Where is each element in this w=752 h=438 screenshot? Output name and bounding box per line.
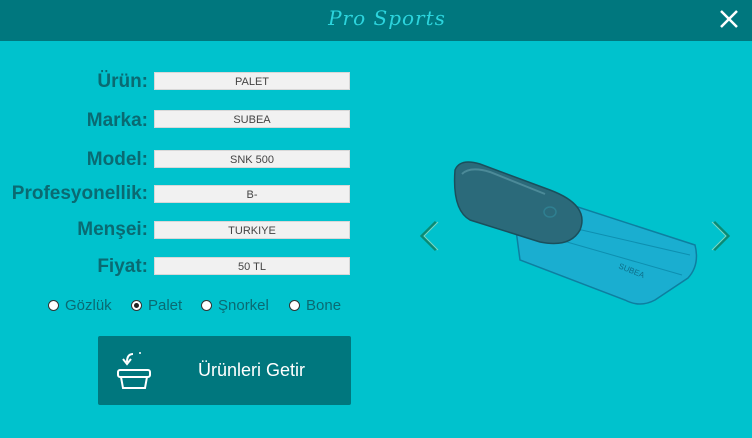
window-title: Pro Sports [328, 6, 446, 30]
basket-icon [117, 352, 151, 389]
urun-field[interactable]: PALET [154, 72, 350, 90]
chevron-right-icon [711, 220, 731, 252]
title-bar: Pro Sports [0, 0, 752, 41]
radio-circle [131, 300, 142, 311]
swim-fin-icon: SUBEA [453, 161, 698, 305]
radio-bone[interactable]: Bone [289, 297, 341, 314]
fetch-products-button[interactable]: Ürünleri Getir [98, 336, 351, 405]
radio-snorkel[interactable]: Şnorkel [201, 297, 269, 314]
chevron-left-icon [419, 220, 439, 252]
radio-palet[interactable]: Palet [131, 297, 182, 314]
close-button[interactable] [716, 6, 742, 32]
mensei-field[interactable]: TURKIYE [154, 221, 350, 239]
label-marka: Marka: [86, 110, 148, 131]
radio-label: Bone [306, 297, 342, 314]
marka-field[interactable]: SUBEA [154, 110, 350, 128]
product-image: SUBEA [450, 150, 700, 310]
radio-gozluk[interactable]: Gözlük [48, 297, 112, 314]
close-icon [720, 10, 738, 28]
radio-circle [48, 300, 59, 311]
fiyat-field[interactable]: 50 TL [154, 257, 350, 275]
label-urun: Ürün: [97, 71, 148, 92]
previous-image-button[interactable] [418, 219, 442, 253]
radio-label: Şnorkel [218, 297, 269, 314]
radio-circle [201, 300, 212, 311]
radio-selected-dot [134, 303, 139, 308]
model-field[interactable]: SNK 500 [154, 150, 350, 168]
radio-label: Gözlük [65, 297, 112, 314]
radio-label: Palet [148, 297, 183, 314]
radio-circle [289, 300, 300, 311]
label-profesyonellik: Profesyonellik: [11, 183, 148, 204]
label-mensei: Menşei: [77, 219, 148, 240]
profesyonellik-field[interactable]: B- [154, 185, 350, 203]
fetch-products-label: Ürünleri Getir [198, 360, 306, 380]
label-model: Model: [86, 149, 148, 170]
label-fiyat: Fiyat: [97, 256, 148, 277]
next-image-button[interactable] [708, 219, 732, 253]
